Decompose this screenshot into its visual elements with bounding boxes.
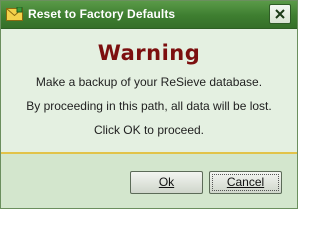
message-line-backup: Make a backup of your ReSieve database.: [35, 75, 263, 89]
close-icon: [275, 9, 285, 19]
close-button[interactable]: [269, 4, 291, 24]
dialog-window: Reset to Factory Defaults Warning Make a…: [0, 0, 298, 209]
warning-heading: Warning: [97, 41, 201, 65]
cancel-button[interactable]: Cancel: [209, 171, 282, 194]
window-title: Reset to Factory Defaults: [28, 7, 176, 21]
envelope-icon: [6, 6, 23, 22]
message-line-instruction: Click OK to proceed.: [93, 123, 205, 137]
button-bar: Ok Cancel: [1, 154, 297, 208]
ok-button[interactable]: Ok: [130, 171, 203, 194]
message-area: Warning Make a backup of your ReSieve da…: [1, 29, 297, 152]
title-bar[interactable]: Reset to Factory Defaults: [1, 1, 297, 29]
message-line-data-loss: By proceeding in this path, all data wil…: [26, 99, 272, 113]
